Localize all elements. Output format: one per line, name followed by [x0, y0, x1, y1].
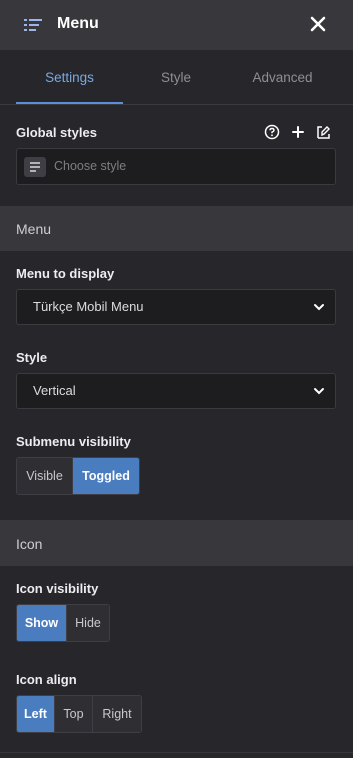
submenu-visibility-toggle: Visible Toggled	[16, 457, 140, 495]
icon-visibility-toggle: Show Hide	[16, 604, 110, 642]
section-menu[interactable]: Menu	[0, 206, 353, 251]
menu-to-display-select[interactable]: Türkçe Mobil Menu	[16, 289, 336, 325]
option-show[interactable]: Show	[17, 605, 67, 641]
edit-style-icon[interactable]	[316, 124, 332, 140]
panel-header: Menu	[0, 0, 353, 50]
tab-bar: Settings Style Advanced	[0, 50, 353, 105]
chevron-down-icon	[314, 304, 324, 311]
style-select[interactable]: Vertical	[16, 373, 336, 409]
tab-advanced[interactable]: Advanced	[229, 50, 336, 104]
option-right[interactable]: Right	[93, 696, 141, 732]
plus-icon[interactable]	[290, 124, 306, 140]
help-icon[interactable]	[264, 124, 280, 140]
choose-style-field[interactable]: Choose style	[16, 148, 336, 185]
option-hide[interactable]: Hide	[67, 605, 109, 641]
submenu-visibility-label: Submenu visibility	[16, 434, 131, 449]
section-menu-title: Menu	[16, 220, 52, 237]
section-icon-title: Icon	[16, 535, 43, 552]
panel-title: Menu	[57, 15, 99, 32]
style-value: Vertical	[33, 383, 76, 398]
chevron-down-icon	[314, 388, 324, 395]
global-styles-actions	[264, 124, 342, 140]
option-visible[interactable]: Visible	[17, 458, 73, 494]
bottom-divider	[0, 752, 353, 753]
active-tab-indicator	[16, 102, 123, 104]
icon-align-toggle: Left Top Right	[16, 695, 142, 733]
global-styles-label: Global styles	[16, 125, 97, 140]
icon-align-label: Icon align	[16, 672, 77, 687]
icon-visibility-label: Icon visibility	[16, 581, 99, 596]
section-icon[interactable]: Icon	[0, 521, 353, 566]
option-toggled[interactable]: Toggled	[73, 458, 139, 494]
menu-to-display-label: Menu to display	[16, 266, 115, 281]
tab-settings[interactable]: Settings	[16, 50, 123, 104]
menu-to-display-value: Türkçe Mobil Menu	[33, 299, 144, 314]
option-top[interactable]: Top	[55, 696, 93, 732]
document-icon	[24, 157, 46, 177]
tab-style[interactable]: Style	[123, 50, 229, 104]
close-icon[interactable]	[308, 14, 328, 34]
list-icon	[24, 19, 42, 31]
style-label: Style	[16, 350, 48, 365]
option-left[interactable]: Left	[17, 696, 55, 732]
choose-style-placeholder: Choose style	[54, 159, 127, 173]
